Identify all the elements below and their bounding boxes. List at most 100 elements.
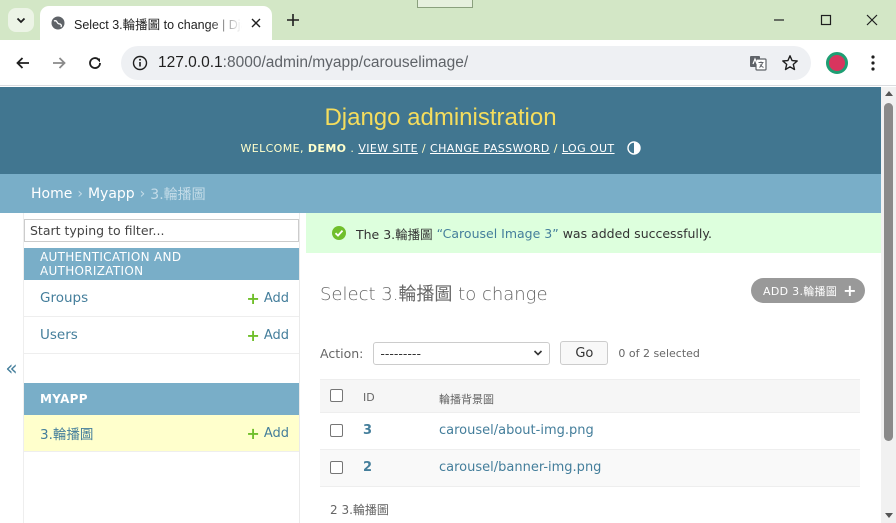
breadcrumb: Home › Myapp › 3.輪播圖 xyxy=(0,174,881,213)
results-table-header: ID 輪播背景圖 xyxy=(320,379,860,413)
translate-icon[interactable] xyxy=(747,52,769,74)
arrow-left-icon xyxy=(16,57,29,69)
model-link-groups[interactable]: Groups xyxy=(40,290,246,306)
plus-icon xyxy=(287,14,299,26)
main-content: The 3.輪播圖 “Carousel Image 3” was added s… xyxy=(300,213,881,523)
plus-icon: + xyxy=(843,281,857,300)
add-user-link[interactable]: + Add xyxy=(246,326,289,345)
plus-icon: + xyxy=(246,325,260,345)
success-message: The 3.輪播圖 “Carousel Image 3” was added s… xyxy=(306,213,881,253)
log-out-link[interactable]: Log out xyxy=(562,142,615,155)
action-select[interactable]: --------- xyxy=(373,341,551,365)
row-image: carousel/banner-img.png xyxy=(439,460,602,475)
chevron-down-icon xyxy=(16,17,26,24)
window-close-button[interactable] xyxy=(862,10,882,30)
table-row: 2 carousel/banner-img.png xyxy=(320,450,860,487)
profile-avatar[interactable] xyxy=(826,52,848,74)
add-carousel-button[interactable]: Add 3.輪播圖 + xyxy=(751,278,865,303)
chevron-down-icon xyxy=(534,350,543,356)
row-checkbox[interactable] xyxy=(330,424,343,437)
plus-icon: + xyxy=(246,423,260,443)
tab-search-button[interactable] xyxy=(8,8,34,32)
more-vert-icon xyxy=(871,55,875,71)
select-all-checkbox[interactable] xyxy=(330,389,343,402)
window-drag-handle xyxy=(417,0,473,8)
reload-button[interactable] xyxy=(84,52,106,74)
plus-icon: + xyxy=(246,288,260,308)
close-icon xyxy=(866,14,878,26)
column-header-image[interactable]: 輪播背景圖 xyxy=(439,391,494,407)
browser-tab-active[interactable]: Select 3.輪播圖 to change | Django site adm… xyxy=(40,6,272,40)
row-checkbox[interactable] xyxy=(330,461,343,474)
add-carousel-link[interactable]: + Add xyxy=(246,424,289,443)
browser-toolbar: 127.0.0.1:8000/admin/myapp/carouselimage… xyxy=(0,40,896,86)
close-icon[interactable] xyxy=(248,15,264,31)
tab-title: Select 3.輪播圖 to change | Django site adm… xyxy=(74,17,242,32)
breadcrumb-separator: › xyxy=(139,185,146,202)
row-id-link[interactable]: 2 xyxy=(363,460,372,475)
url-text[interactable]: 127.0.0.1:8000/admin/myapp/carouselimage… xyxy=(158,54,747,72)
maximize-icon xyxy=(820,14,832,26)
breadcrumb-app[interactable]: Myapp xyxy=(88,186,135,202)
change-password-link[interactable]: Change password xyxy=(430,142,550,155)
admin-header: Django administration Welcome, demo . Vi… xyxy=(0,87,881,174)
arrow-right-icon xyxy=(53,57,66,69)
breadcrumb-current: 3.輪播圖 xyxy=(150,186,206,203)
add-label: Add xyxy=(263,290,289,306)
model-link-users[interactable]: Users xyxy=(40,327,246,343)
nav-sidebar: Authentication and Authorization Groups … xyxy=(24,213,300,523)
breadcrumb-home[interactable]: Home xyxy=(31,186,72,202)
view-site-link[interactable]: View site xyxy=(358,142,418,155)
message-prefix: The 3.輪播圖 xyxy=(356,226,433,242)
separator: / xyxy=(553,141,558,155)
model-link-carousel[interactable]: 3.輪播圖 xyxy=(40,423,246,443)
minimize-button[interactable] xyxy=(769,10,789,30)
theme-toggle-icon[interactable] xyxy=(626,141,641,155)
selected-counter: 0 of 2 selected xyxy=(618,346,700,360)
row-image: carousel/about-img.png xyxy=(439,423,594,438)
scroll-up-arrow-icon[interactable] xyxy=(885,91,893,96)
check-circle-icon xyxy=(332,226,346,240)
user-tools: Welcome, demo . View site / Change passw… xyxy=(0,141,881,155)
welcome-text: Welcome, xyxy=(240,141,304,155)
minimize-icon xyxy=(774,19,784,21)
browser-tabstrip: Select 3.輪播圖 to change | Django site adm… xyxy=(0,0,896,40)
breadcrumb-separator: › xyxy=(77,185,83,202)
site-name[interactable]: Django administration xyxy=(0,104,881,132)
nav-filter-input[interactable] xyxy=(24,219,299,242)
star-icon[interactable] xyxy=(779,52,801,74)
row-id-link[interactable]: 3 xyxy=(363,423,372,438)
module-caption-auth[interactable]: Authentication and Authorization xyxy=(24,248,299,280)
forward-button[interactable] xyxy=(48,52,70,74)
sidebar-toggle-button[interactable]: « xyxy=(0,213,24,523)
paginator: 2 3.輪播圖 xyxy=(330,503,389,517)
globe-icon xyxy=(51,16,65,30)
double-chevron-left-icon: « xyxy=(5,356,18,380)
message-object-link[interactable]: “Carousel Image 3” xyxy=(437,226,559,241)
site-info-icon[interactable] xyxy=(129,52,151,74)
reload-icon xyxy=(89,57,101,69)
action-select-value: --------- xyxy=(380,345,421,361)
go-button[interactable]: Go xyxy=(560,341,609,365)
column-header-id[interactable]: ID xyxy=(363,391,375,404)
scroll-down-arrow-icon[interactable] xyxy=(885,513,893,518)
add-button-label: Add 3.輪播圖 xyxy=(763,284,838,298)
new-tab-button[interactable] xyxy=(283,10,303,30)
sidebar-item-users: Users + Add xyxy=(24,317,299,354)
address-bar[interactable]: 127.0.0.1:8000/admin/myapp/carouselimage… xyxy=(121,46,811,80)
add-label: Add xyxy=(263,327,289,343)
sidebar-item-carousel: 3.輪播圖 + Add xyxy=(24,415,299,452)
sidebar-item-groups: Groups + Add xyxy=(24,280,299,317)
browser-menu-button[interactable] xyxy=(864,52,882,74)
action-label: Action: xyxy=(320,345,364,361)
module-caption-myapp[interactable]: Myapp xyxy=(24,383,299,415)
url-host: 127.0.0.1 xyxy=(158,54,223,71)
actions-bar: Action: --------- Go 0 of 2 selected xyxy=(320,341,700,365)
page-title: Select 3.輪播圖 to change xyxy=(320,284,548,305)
add-group-link[interactable]: + Add xyxy=(246,289,289,308)
back-button[interactable] xyxy=(12,52,34,74)
table-row: 3 carousel/about-img.png xyxy=(320,413,860,450)
scrollbar-thumb[interactable] xyxy=(884,103,893,441)
maximize-button[interactable] xyxy=(816,10,836,30)
page-scrollbar[interactable] xyxy=(881,87,896,523)
